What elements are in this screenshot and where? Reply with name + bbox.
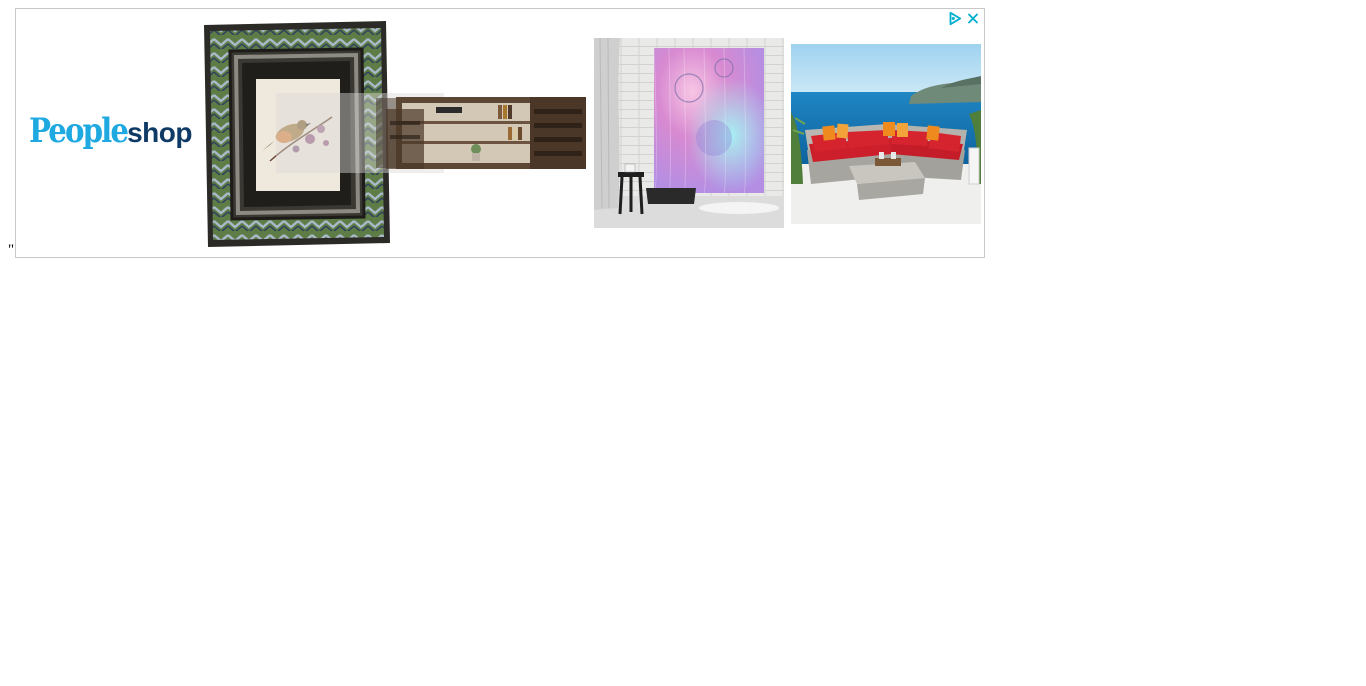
product-sectional-sofa[interactable] (791, 44, 981, 224)
close-icon[interactable] (965, 11, 981, 26)
stray-quote-text: " (8, 242, 15, 258)
media-console-image (276, 93, 586, 173)
logo-people-word: People (29, 111, 129, 151)
product-media-console[interactable] (276, 93, 588, 183)
ad-controls (947, 11, 981, 26)
sectional-sofa-image (791, 44, 981, 224)
logo-shop-word: shop (127, 117, 192, 148)
display-ad-banner[interactable]: People shop (15, 8, 985, 258)
product-shower-curtain[interactable] (594, 38, 784, 228)
peopleshop-logo[interactable]: People shop (29, 111, 192, 151)
shower-curtain-image (594, 38, 784, 228)
adchoices-icon[interactable] (947, 11, 963, 26)
